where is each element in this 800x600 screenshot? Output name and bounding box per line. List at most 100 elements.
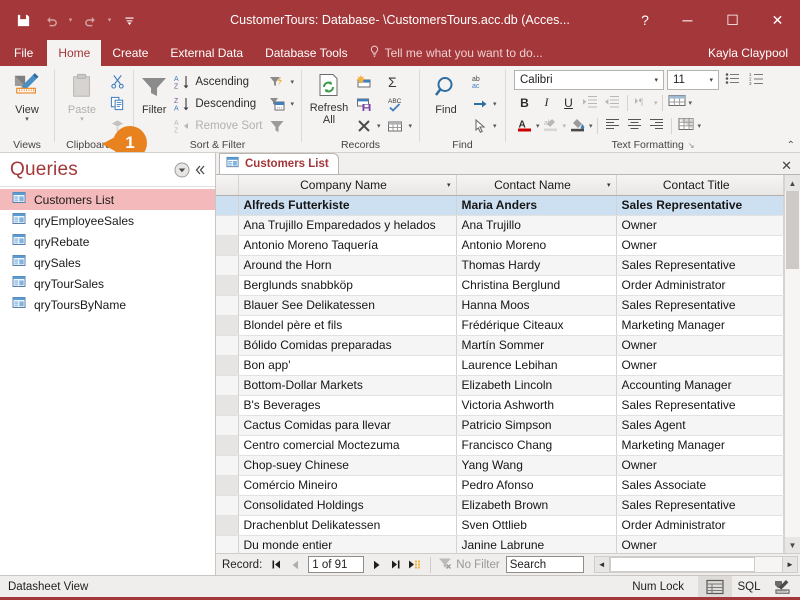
horizontal-scrollbar[interactable]: ◄ ► — [593, 556, 798, 573]
table-cell[interactable]: Elizabeth Brown — [456, 495, 617, 516]
advanced-filter-button[interactable]: ▾ — [265, 71, 297, 92]
table-cell[interactable]: Owner — [616, 215, 784, 236]
table-cell[interactable]: Marketing Manager — [616, 435, 784, 456]
table-cell[interactable]: Yang Wang — [456, 455, 617, 476]
table-cell[interactable]: Thomas Hardy — [456, 255, 617, 276]
table-cell[interactable]: Comércio Mineiro — [238, 475, 457, 496]
font-color-button[interactable]: A — [514, 115, 535, 136]
sql-view-button[interactable]: SQL — [732, 576, 766, 598]
replace-button[interactable]: ab ac — [468, 71, 500, 92]
font-name-combo[interactable]: Calibri ▾ — [514, 69, 664, 90]
row-selector[interactable] — [216, 355, 239, 376]
customize-quick-access-icon[interactable] — [116, 7, 142, 33]
row-selector[interactable] — [216, 455, 239, 476]
redo-icon[interactable] — [77, 7, 103, 33]
scroll-right-icon[interactable]: ► — [782, 556, 798, 573]
delete-record-button[interactable]: ▾ — [352, 115, 384, 136]
table-cell[interactable]: Bottom-Dollar Markets — [238, 375, 457, 396]
font-size-combo[interactable]: 11 ▾ — [667, 69, 719, 90]
filter-by-form-button[interactable]: ▾ — [265, 93, 297, 114]
table-cell[interactable]: B's Beverages — [238, 395, 457, 416]
table-cell[interactable]: Around the Horn — [238, 255, 457, 276]
table-row[interactable]: Alfreds Futterkiste Maria Anders Sales Rep… — [216, 195, 784, 216]
row-selector[interactable] — [216, 535, 239, 556]
cut-button[interactable] — [105, 71, 129, 92]
bold-button[interactable]: B — [514, 92, 535, 113]
row-selector[interactable] — [216, 255, 239, 276]
table-cell[interactable]: Owner — [616, 335, 784, 356]
nav-item-qryrebate[interactable]: qryRebate — [0, 231, 215, 252]
advanced-filter-caret-icon[interactable]: ▾ — [290, 78, 294, 86]
previous-record-button[interactable] — [287, 556, 304, 574]
more-records-caret-icon[interactable]: ▾ — [408, 122, 412, 130]
next-record-button[interactable] — [368, 556, 385, 574]
row-selector[interactable] — [216, 435, 239, 456]
nav-item-qrytoursbyname[interactable]: qryToursByName — [0, 294, 215, 315]
paste-dropdown-caret-icon[interactable]: ▾ — [80, 116, 84, 124]
table-cell[interactable]: Maria Anders — [456, 195, 617, 216]
row-selector[interactable] — [216, 335, 239, 356]
row-selector[interactable] — [216, 215, 239, 236]
row-selector[interactable] — [216, 315, 239, 336]
background-color-caret-icon[interactable]: ▾ — [589, 122, 593, 130]
search-input[interactable]: Search — [505, 556, 584, 573]
gridlines-caret-icon[interactable]: ▾ — [689, 99, 693, 107]
table-cell[interactable]: Marketing Manager — [616, 315, 784, 336]
font-color-caret-icon[interactable]: ▾ — [536, 122, 540, 130]
spelling-button[interactable]: ABC — [383, 93, 415, 114]
find-button[interactable]: Find — [424, 69, 468, 116]
table-cell[interactable]: Antonio Moreno — [456, 235, 617, 256]
alternate-row-color-caret-icon[interactable]: ▾ — [698, 122, 702, 130]
font-name-caret-icon[interactable]: ▾ — [651, 76, 661, 84]
table-row[interactable]: Around the Horn Thomas Hardy Sales Represe… — [216, 255, 784, 276]
decrease-indent-button[interactable] — [580, 92, 601, 113]
row-selector[interactable] — [216, 275, 239, 296]
row-selector[interactable] — [216, 475, 239, 496]
tab-database-tools[interactable]: Database Tools — [254, 40, 359, 66]
go-to-caret-icon[interactable]: ▾ — [493, 100, 497, 108]
view-button[interactable]: View ▾ — [4, 69, 50, 124]
table-row[interactable]: B's Beverages Victoria Ashworth Sales Repr… — [216, 395, 784, 416]
design-view-icon[interactable] — [766, 576, 800, 598]
copy-button[interactable] — [105, 93, 129, 114]
paste-button[interactable]: Paste ▾ — [59, 69, 105, 124]
table-cell[interactable]: Bon app' — [238, 355, 457, 376]
view-dropdown-caret-icon[interactable]: ▾ — [25, 116, 29, 124]
row-selector[interactable] — [216, 415, 239, 436]
bullets-button[interactable] — [722, 69, 743, 90]
horizontal-scroll-thumb[interactable] — [609, 557, 755, 572]
table-cell[interactable]: Alfreds Futterkiste — [238, 195, 457, 216]
remove-sort-button[interactable]: AZ Remove Sort — [170, 115, 265, 136]
table-cell[interactable]: Berglunds snabbköp — [238, 275, 457, 296]
table-cell[interactable]: Antonio Moreno Taquería — [238, 235, 457, 256]
totals-button[interactable]: Σ — [383, 71, 415, 92]
tab-home[interactable]: Home — [47, 40, 102, 66]
tab-file[interactable]: File — [0, 40, 47, 66]
shutter-bar-close-icon[interactable] — [191, 161, 209, 179]
more-records-button[interactable]: ▾ — [383, 115, 415, 136]
text-highlight-button[interactable]: ab — [541, 115, 562, 136]
table-cell[interactable]: Cactus Comidas para llevar — [238, 415, 457, 436]
table-cell[interactable]: Bólido Comidas preparadas — [238, 335, 457, 356]
no-filter-button[interactable]: No Filter — [438, 557, 503, 573]
scroll-up-icon[interactable]: ▲ — [785, 175, 800, 191]
nav-item-qrysales[interactable]: qrySales — [0, 252, 215, 273]
font-size-caret-icon[interactable]: ▾ — [706, 76, 716, 84]
chevron-down-icon[interactable]: ▾ — [447, 181, 451, 189]
table-cell[interactable]: Owner — [616, 455, 784, 476]
table-row[interactable]: Comércio Mineiro Pedro Afonso Sales Associ… — [216, 475, 784, 496]
table-cell[interactable]: Accounting Manager — [616, 375, 784, 396]
text-direction-button[interactable]: ¶ — [632, 92, 653, 113]
vertical-scroll-track[interactable] — [785, 191, 800, 537]
chevron-down-icon[interactable]: ▾ — [607, 181, 611, 189]
table-cell[interactable]: Elizabeth Lincoln — [456, 375, 617, 396]
table-cell[interactable]: Drachenblut Delikatessen — [238, 515, 457, 536]
save-record-button[interactable] — [352, 93, 384, 114]
align-right-button[interactable] — [646, 115, 667, 136]
alternate-row-color-button[interactable] — [676, 115, 697, 136]
row-selector[interactable] — [216, 395, 239, 416]
redo-dropdown-caret-icon[interactable]: ▾ — [105, 7, 114, 33]
italic-button[interactable]: I — [536, 92, 557, 113]
table-cell[interactable]: Sales Representative — [616, 495, 784, 516]
table-row[interactable]: Consolidated Holdings Elizabeth Brown Sale… — [216, 495, 784, 516]
